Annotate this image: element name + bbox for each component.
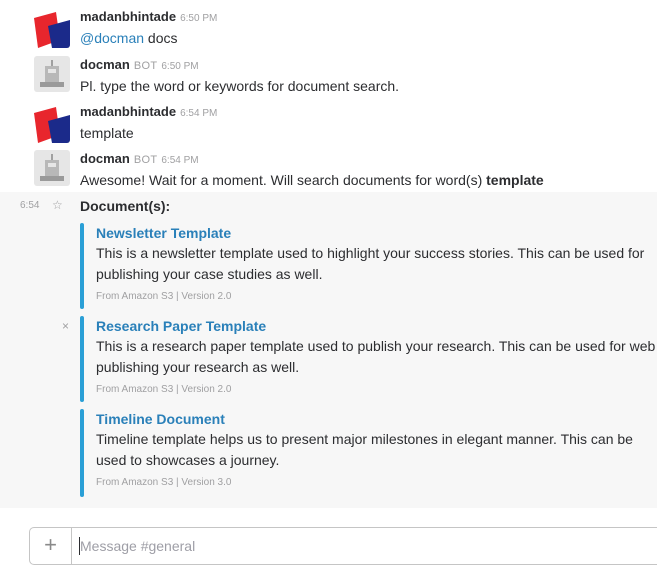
attachment-accent-bar — [80, 223, 84, 309]
document-footer: From Amazon S3 | Version 3.0 — [96, 477, 232, 488]
document-attachment: Newsletter Template This is a newsletter… — [80, 223, 650, 309]
message-text: template — [80, 125, 134, 141]
user-avatar[interactable] — [34, 12, 70, 48]
message-item: madanbhintade 6:54 PM template — [0, 103, 657, 145]
document-title-link[interactable]: Timeline Document — [96, 409, 652, 429]
attachment-accent-bar — [80, 316, 84, 402]
document-footer: From Amazon S3 | Version 2.0 — [96, 384, 232, 395]
message-text: Pl. type the word or keywords for docume… — [80, 78, 400, 94]
message-timestamp[interactable]: 6:50 PM — [161, 61, 198, 72]
attachment-accent-bar — [80, 409, 84, 497]
message-author[interactable]: docman — [80, 151, 130, 166]
message-timestamp[interactable]: 6:54 — [20, 200, 39, 211]
message-timestamp[interactable]: 6:50 PM — [180, 13, 217, 24]
document-description: Timeline template helps us to present ma… — [96, 431, 633, 468]
message-timestamp[interactable]: 6:54 PM — [180, 108, 217, 119]
user-avatar[interactable] — [34, 107, 70, 143]
document-attachment: Timeline Document Timeline template help… — [80, 409, 650, 497]
message-author[interactable]: madanbhintade — [80, 104, 176, 119]
message-item: docman BOT 6:54 PM Awesome! Wait for a mom… — [0, 150, 657, 190]
message-input[interactable] — [80, 536, 640, 556]
close-icon[interactable]: × — [62, 319, 69, 333]
document-description: This is a research paper template used t… — [96, 338, 656, 375]
document-title-link[interactable]: Newsletter Template — [96, 223, 652, 243]
document-footer: From Amazon S3 | Version 2.0 — [96, 291, 232, 302]
message-author[interactable]: docman — [80, 57, 130, 72]
bot-avatar[interactable] — [34, 56, 70, 92]
message-author[interactable]: madanbhintade — [80, 9, 176, 24]
bot-avatar[interactable] — [34, 150, 70, 186]
message-text: Awesome! Wait for a moment. Will search … — [80, 172, 544, 188]
bot-badge: BOT — [133, 154, 158, 166]
document-attachment: Research Paper Template This is a resear… — [80, 316, 655, 402]
document-title-link[interactable]: Research Paper Template — [96, 316, 652, 336]
user-mention[interactable]: @docman — [80, 30, 144, 46]
message-item: docman BOT 6:50 PM Pl. type the word or ke… — [0, 56, 657, 96]
plus-icon[interactable]: + — [30, 528, 72, 564]
attachments-heading: Document(s): — [80, 198, 171, 214]
message-text: @docman docs — [80, 30, 178, 46]
bot-badge: BOT — [133, 60, 158, 72]
message-composer: + — [29, 527, 657, 565]
search-keyword: template — [486, 172, 544, 188]
document-description: This is a newsletter template used to hi… — [96, 245, 645, 282]
chat-window: madanbhintade 6:50 PM @docman docs docman… — [0, 0, 657, 574]
star-icon[interactable]: ☆ — [52, 198, 63, 212]
message-item: madanbhintade 6:50 PM @docman docs — [0, 8, 657, 50]
message-timestamp[interactable]: 6:54 PM — [161, 155, 198, 166]
